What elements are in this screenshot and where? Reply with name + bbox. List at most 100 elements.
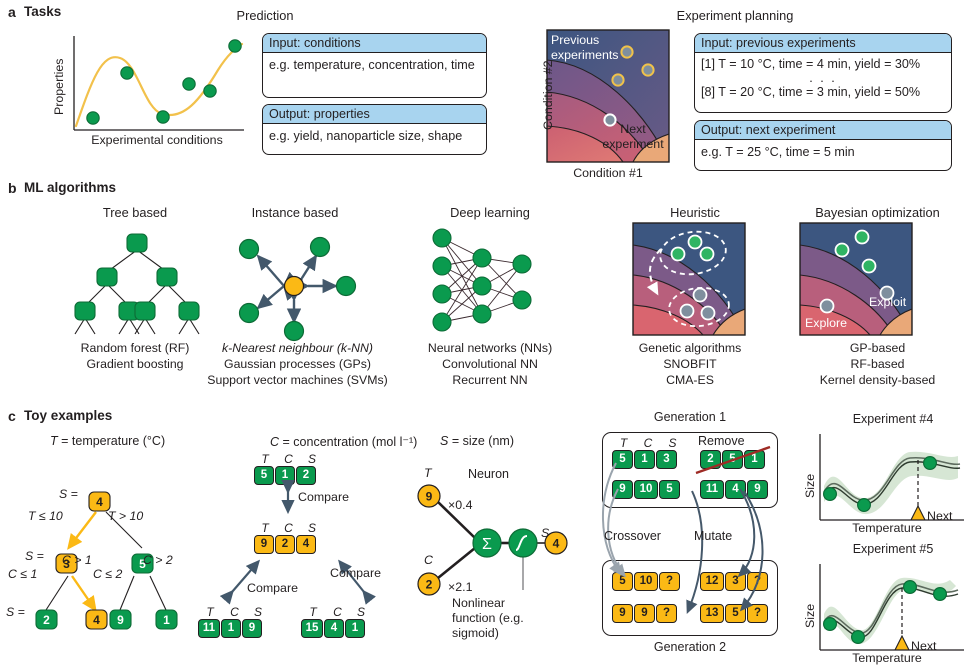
svg-text:2: 2 bbox=[43, 613, 50, 627]
tree-leaf-prefix: S = bbox=[6, 605, 25, 619]
generation-2-title: Generation 2 bbox=[653, 640, 727, 654]
tree-edge-lr-label: C > 1 bbox=[62, 553, 92, 567]
prediction-input-header: Input: conditions bbox=[263, 34, 486, 53]
ga-gen2-row-1: 12 3 ? bbox=[700, 572, 768, 591]
ga-cell: 5 bbox=[612, 450, 633, 469]
ga-cell: ? bbox=[747, 572, 768, 591]
bayesian-caption-0: GP-based bbox=[849, 341, 906, 355]
ga-gen1-row-0: 5 1 3 bbox=[612, 450, 677, 469]
ga-cell: 5 bbox=[659, 480, 680, 499]
ga-remove-strike bbox=[694, 443, 774, 477]
instance-cell: 2 bbox=[275, 535, 295, 554]
experiment-planning-section-title: Experiment planning bbox=[676, 8, 794, 23]
ga-header-S: S bbox=[668, 436, 677, 450]
tree-edge-left-label: T ≤ 10 bbox=[28, 509, 63, 523]
bayesian-title: Bayesian optimization bbox=[815, 205, 940, 220]
tree-edge-rr-label: C > 2 bbox=[143, 553, 173, 567]
ga-cell: 5 bbox=[725, 604, 746, 623]
prediction-x-axis-label: Experimental conditions bbox=[91, 133, 223, 147]
instance-compare-label-left: Compare bbox=[247, 581, 298, 595]
prediction-y-axis-label: Properties bbox=[52, 58, 66, 115]
svg-text:2: 2 bbox=[426, 578, 433, 592]
map-x-axis-label: Condition #1 bbox=[573, 166, 643, 180]
ga-gen2-row-3: 13 5 ? bbox=[700, 604, 768, 623]
tree-edge-rl-label: C ≤ 2 bbox=[93, 567, 123, 581]
heuristic-caption-1: SNOBFIT bbox=[663, 357, 717, 371]
heuristic-caption-0: Genetic algorithms bbox=[638, 341, 742, 355]
instance-cell: 9 bbox=[254, 535, 274, 554]
legend-temperature: T = temperature (°C) bbox=[50, 434, 166, 448]
ga-mutate-label: Mutate bbox=[694, 529, 733, 543]
deep-learning-title: Deep learning bbox=[450, 205, 530, 220]
svg-text:1: 1 bbox=[163, 613, 170, 627]
ga-cell: 13 bbox=[700, 604, 724, 623]
panel-a-title: Tasks bbox=[24, 4, 62, 19]
instance-cell: 5 bbox=[254, 466, 274, 485]
instance-header-T-bl: T bbox=[206, 605, 214, 619]
map-next-experiment-label: Next experiment bbox=[602, 122, 664, 151]
map-previous-experiments-label: Previous experiments bbox=[551, 33, 619, 62]
instance-cell: 4 bbox=[296, 535, 316, 554]
instance-row-bottom-left: 11 1 9 bbox=[198, 619, 262, 638]
ga-cell: 5 bbox=[612, 572, 633, 591]
tree-edge-right-label: T > 10 bbox=[108, 509, 144, 523]
toy-neuron-diagram: 9 2 Σ 4 bbox=[412, 478, 568, 608]
planning-input-ellipsis: . . . bbox=[809, 70, 837, 85]
planning-output-body: e.g. T = 25 °C, time = 5 min bbox=[701, 145, 855, 159]
ga-cell: ? bbox=[659, 572, 680, 591]
prediction-output-box: Output: properties e.g. yield, nanoparti… bbox=[262, 104, 487, 155]
instance-based-caption-0: k-Nearest neighbour (k-NN) bbox=[221, 341, 374, 355]
svg-text:4: 4 bbox=[96, 495, 103, 509]
instance-header-S-top: S bbox=[307, 452, 316, 466]
ga-gen2-row-0: 5 10 ? bbox=[612, 572, 680, 591]
instance-cell: 15 bbox=[301, 619, 323, 638]
legend-concentration: C = concentration (mol l⁻¹) bbox=[270, 435, 418, 449]
deep-learning-caption-2: Recurrent NN bbox=[452, 373, 528, 387]
tree-root-prefix: S = bbox=[59, 487, 78, 501]
instance-compare-label-right: Compare bbox=[330, 566, 381, 580]
experiment5-title: Experiment #5 bbox=[852, 542, 934, 556]
svg-text:Σ: Σ bbox=[482, 536, 492, 553]
ga-crossover-label: Crossover bbox=[604, 529, 661, 543]
ga-cell: 4 bbox=[725, 480, 746, 499]
ga-cell: 9 bbox=[612, 604, 633, 623]
instance-cell: 1 bbox=[275, 466, 295, 485]
instance-header-C-top: C bbox=[284, 452, 293, 466]
tree-based-diagram bbox=[58, 226, 216, 338]
planning-input-line2: [8] T = 20 °C, time = 3 min, yield = 50% bbox=[701, 84, 921, 99]
deep-learning-caption-0: Neural networks (NNs) bbox=[427, 341, 553, 355]
map-y-axis-label: Condition #2 bbox=[541, 60, 555, 130]
ga-gen1-row-3: 11 4 9 bbox=[700, 480, 768, 499]
legend-size: S = size (nm) bbox=[440, 434, 514, 448]
tree-edge-ll-label: C ≤ 1 bbox=[8, 567, 38, 581]
bayes-explore-label: Explore bbox=[805, 316, 848, 330]
heuristic-caption-2: CMA-ES bbox=[666, 373, 714, 387]
instance-header-C-br: C bbox=[333, 605, 342, 619]
instance-cell: 9 bbox=[242, 619, 262, 638]
ga-cell: 9 bbox=[634, 604, 655, 623]
svg-text:4: 4 bbox=[553, 537, 560, 551]
heuristic-map bbox=[632, 222, 746, 336]
instance-compare-label-top: Compare bbox=[298, 490, 349, 504]
ga-cell: ? bbox=[747, 604, 768, 623]
ga-gen2-row-2: 9 9 ? bbox=[612, 604, 677, 623]
neuron-nonlinear-note: Nonlinear function (e.g. sigmoid) bbox=[452, 596, 524, 640]
prediction-input-body: e.g. temperature, concentration, time bbox=[269, 58, 475, 72]
ga-cell: 12 bbox=[700, 572, 724, 591]
experiment4-next-label: Next bbox=[927, 509, 953, 523]
instance-header-T-top: T bbox=[261, 452, 269, 466]
neuron-weight-t: ×0.4 bbox=[448, 498, 473, 512]
experiment5-chart bbox=[806, 560, 966, 660]
prediction-chart bbox=[58, 30, 248, 150]
instance-cell: 11 bbox=[198, 619, 220, 638]
instance-header-S-bl: S bbox=[253, 605, 262, 619]
neuron-output-label: S bbox=[541, 526, 550, 540]
instance-header-S-query: S bbox=[307, 521, 316, 535]
neuron-weight-c: ×2.1 bbox=[448, 580, 473, 594]
instance-based-caption-2: Support vector machines (SVMs) bbox=[207, 373, 388, 387]
ga-cell: ? bbox=[656, 604, 677, 623]
ga-cell: 10 bbox=[634, 480, 658, 499]
instance-row-query: 9 2 4 bbox=[254, 535, 316, 554]
prediction-output-header: Output: properties bbox=[263, 105, 486, 124]
toy-instance-headers-bl: T C S bbox=[199, 605, 268, 619]
